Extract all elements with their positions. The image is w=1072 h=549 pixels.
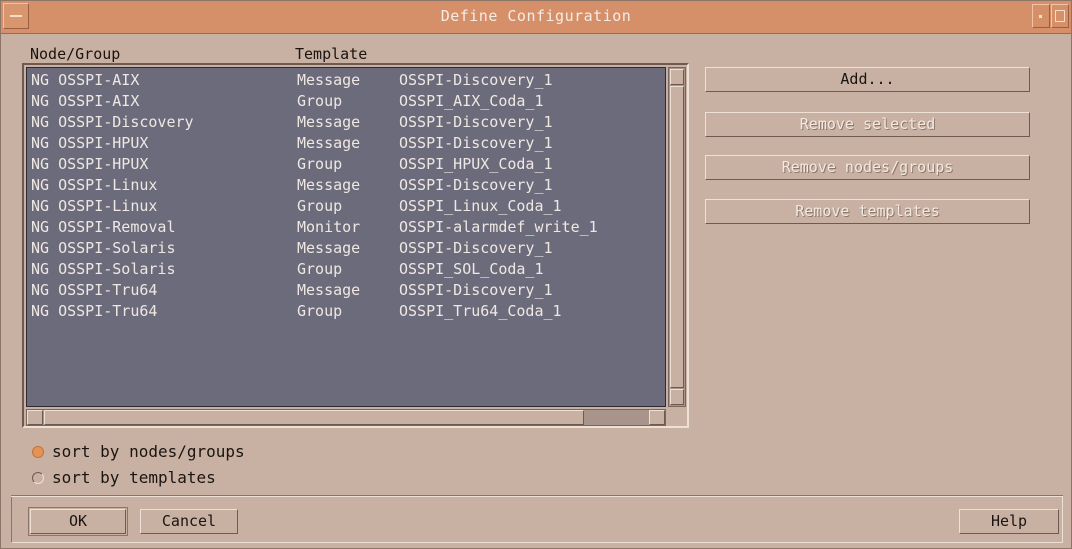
list-item-template: OSSPI-Discovery_1 bbox=[399, 176, 553, 194]
list-item-type: Message bbox=[297, 176, 361, 194]
list-item[interactable]: NG OSSPI-Removal Monitor OSSPI-alarmdef_wr… bbox=[27, 217, 665, 238]
list-item-node: NG OSSPI-Discovery bbox=[31, 113, 194, 131]
list-item-node: NG OSSPI-HPUX bbox=[31, 134, 149, 152]
list-item-node: NG OSSPI-Tru64 bbox=[31, 302, 158, 320]
configuration-list[interactable]: NG OSSPI-AIX Message OSSPI-Discovery_1 NG O… bbox=[26, 67, 666, 407]
list-item-node: NG OSSPI-Linux bbox=[31, 176, 158, 194]
horizontal-scrollbar[interactable] bbox=[26, 409, 666, 426]
list-item[interactable]: NG OSSPI-Tru64 Group OSSPI_Tru64_Coda_1 bbox=[27, 301, 665, 322]
radio-selected-icon[interactable] bbox=[32, 446, 44, 458]
list-item[interactable]: NG OSSPI-Linux Group OSSPI_Linux_Coda_1 bbox=[27, 196, 665, 217]
list-item-template: OSSPI-Discovery_1 bbox=[399, 239, 553, 257]
list-item-template: OSSPI_HPUX_Coda_1 bbox=[399, 155, 553, 173]
list-item-node: NG OSSPI-Removal bbox=[31, 218, 176, 236]
scroll-left-arrow-icon[interactable] bbox=[27, 410, 43, 425]
scroll-down-arrow-icon[interactable] bbox=[670, 389, 684, 405]
cancel-button[interactable]: Cancel bbox=[140, 509, 238, 534]
list-item-type: Group bbox=[297, 302, 343, 320]
column-header-template: Template bbox=[295, 45, 368, 63]
vertical-scroll-thumb[interactable] bbox=[670, 86, 684, 388]
list-item-template: OSSPI_AIX_Coda_1 bbox=[399, 92, 544, 110]
list-item-node: NG OSSPI-AIX bbox=[31, 71, 140, 89]
remove-selected-button[interactable]: Remove selected bbox=[705, 112, 1030, 137]
list-item-type: Group bbox=[297, 155, 343, 173]
radio-unselected-icon[interactable] bbox=[32, 472, 44, 484]
list-item-template: OSSPI-Discovery_1 bbox=[399, 281, 553, 299]
list-item-type: Group bbox=[297, 92, 343, 110]
list-item[interactable]: NG OSSPI-Linux Message OSSPI-Discovery_1 bbox=[27, 175, 665, 196]
list-item-type: Message bbox=[297, 134, 361, 152]
list-item[interactable]: NG OSSPI-AIX Group OSSPI_AIX_Coda_1 bbox=[27, 91, 665, 112]
define-configuration-dialog: Define Configuration Node/Group Template… bbox=[0, 0, 1072, 549]
help-button[interactable]: Help bbox=[959, 509, 1059, 534]
list-item[interactable]: NG OSSPI-HPUX Message OSSPI-Discovery_1 bbox=[27, 133, 665, 154]
list-item[interactable]: NG OSSPI-Discovery Message OSSPI-Discovery… bbox=[27, 112, 665, 133]
list-item-type: Message bbox=[297, 281, 361, 299]
scroll-up-arrow-icon[interactable] bbox=[670, 69, 684, 85]
column-header-node-group: Node/Group bbox=[30, 45, 121, 63]
list-item[interactable]: NG OSSPI-HPUX Group OSSPI_HPUX_Coda_1 bbox=[27, 154, 665, 175]
list-item[interactable]: NG OSSPI-Solaris Group OSSPI_SOL_Coda_1 bbox=[27, 259, 665, 280]
list-item-template: OSSPI-Discovery_1 bbox=[399, 134, 553, 152]
list-item-node: NG OSSPI-Linux bbox=[31, 197, 158, 215]
list-item-template: OSSPI-Discovery_1 bbox=[399, 71, 553, 89]
minimize-icon bbox=[1039, 15, 1042, 18]
list-item-type: Group bbox=[297, 197, 343, 215]
vertical-scrollbar[interactable] bbox=[668, 67, 686, 407]
remove-nodes-groups-button[interactable]: Remove nodes/groups bbox=[705, 155, 1030, 180]
list-item-template: OSSPI_SOL_Coda_1 bbox=[399, 260, 544, 278]
sort-by-templates-label: sort by templates bbox=[52, 468, 216, 487]
list-item-node: NG OSSPI-Tru64 bbox=[31, 281, 158, 299]
maximize-icon bbox=[1055, 10, 1065, 22]
list-item-node: NG OSSPI-Solaris bbox=[31, 239, 176, 257]
list-item[interactable]: NG OSSPI-AIX Message OSSPI-Discovery_1 bbox=[27, 70, 665, 91]
remove-templates-button[interactable]: Remove templates bbox=[705, 199, 1030, 224]
list-item-template: OSSPI-alarmdef_write_1 bbox=[399, 218, 598, 236]
list-item-template: OSSPI_Tru64_Coda_1 bbox=[399, 302, 562, 320]
list-item-type: Message bbox=[297, 71, 361, 89]
list-item-type: Message bbox=[297, 239, 361, 257]
list-item-type: Monitor bbox=[297, 218, 361, 236]
list-item-template: OSSPI_Linux_Coda_1 bbox=[399, 197, 562, 215]
list-item[interactable]: NG OSSPI-Tru64 Message OSSPI-Discovery_1 bbox=[27, 280, 665, 301]
configuration-list-frame: NG OSSPI-AIX Message OSSPI-Discovery_1 NG O… bbox=[22, 63, 689, 428]
list-item-node: NG OSSPI-Solaris bbox=[31, 260, 176, 278]
minimize-button[interactable] bbox=[1032, 4, 1050, 28]
list-item-node: NG OSSPI-AIX bbox=[31, 92, 140, 110]
sort-by-nodes-label: sort by nodes/groups bbox=[52, 442, 245, 461]
horizontal-scroll-thumb[interactable] bbox=[44, 410, 584, 425]
list-item-node: NG OSSPI-HPUX bbox=[31, 155, 149, 173]
add-button[interactable]: Add... bbox=[705, 67, 1030, 92]
list-item[interactable]: NG OSSPI-Solaris Message OSSPI-Discovery_1 bbox=[27, 238, 665, 259]
title-bar[interactable]: Define Configuration bbox=[1, 1, 1071, 34]
ok-button[interactable]: OK bbox=[30, 509, 126, 534]
list-item-type: Group bbox=[297, 260, 343, 278]
list-item-template: OSSPI-Discovery_1 bbox=[399, 113, 553, 131]
scroll-right-arrow-icon[interactable] bbox=[649, 410, 665, 425]
list-item-type: Message bbox=[297, 113, 361, 131]
window-title: Define Configuration bbox=[440, 7, 632, 25]
maximize-button[interactable] bbox=[1051, 4, 1069, 28]
